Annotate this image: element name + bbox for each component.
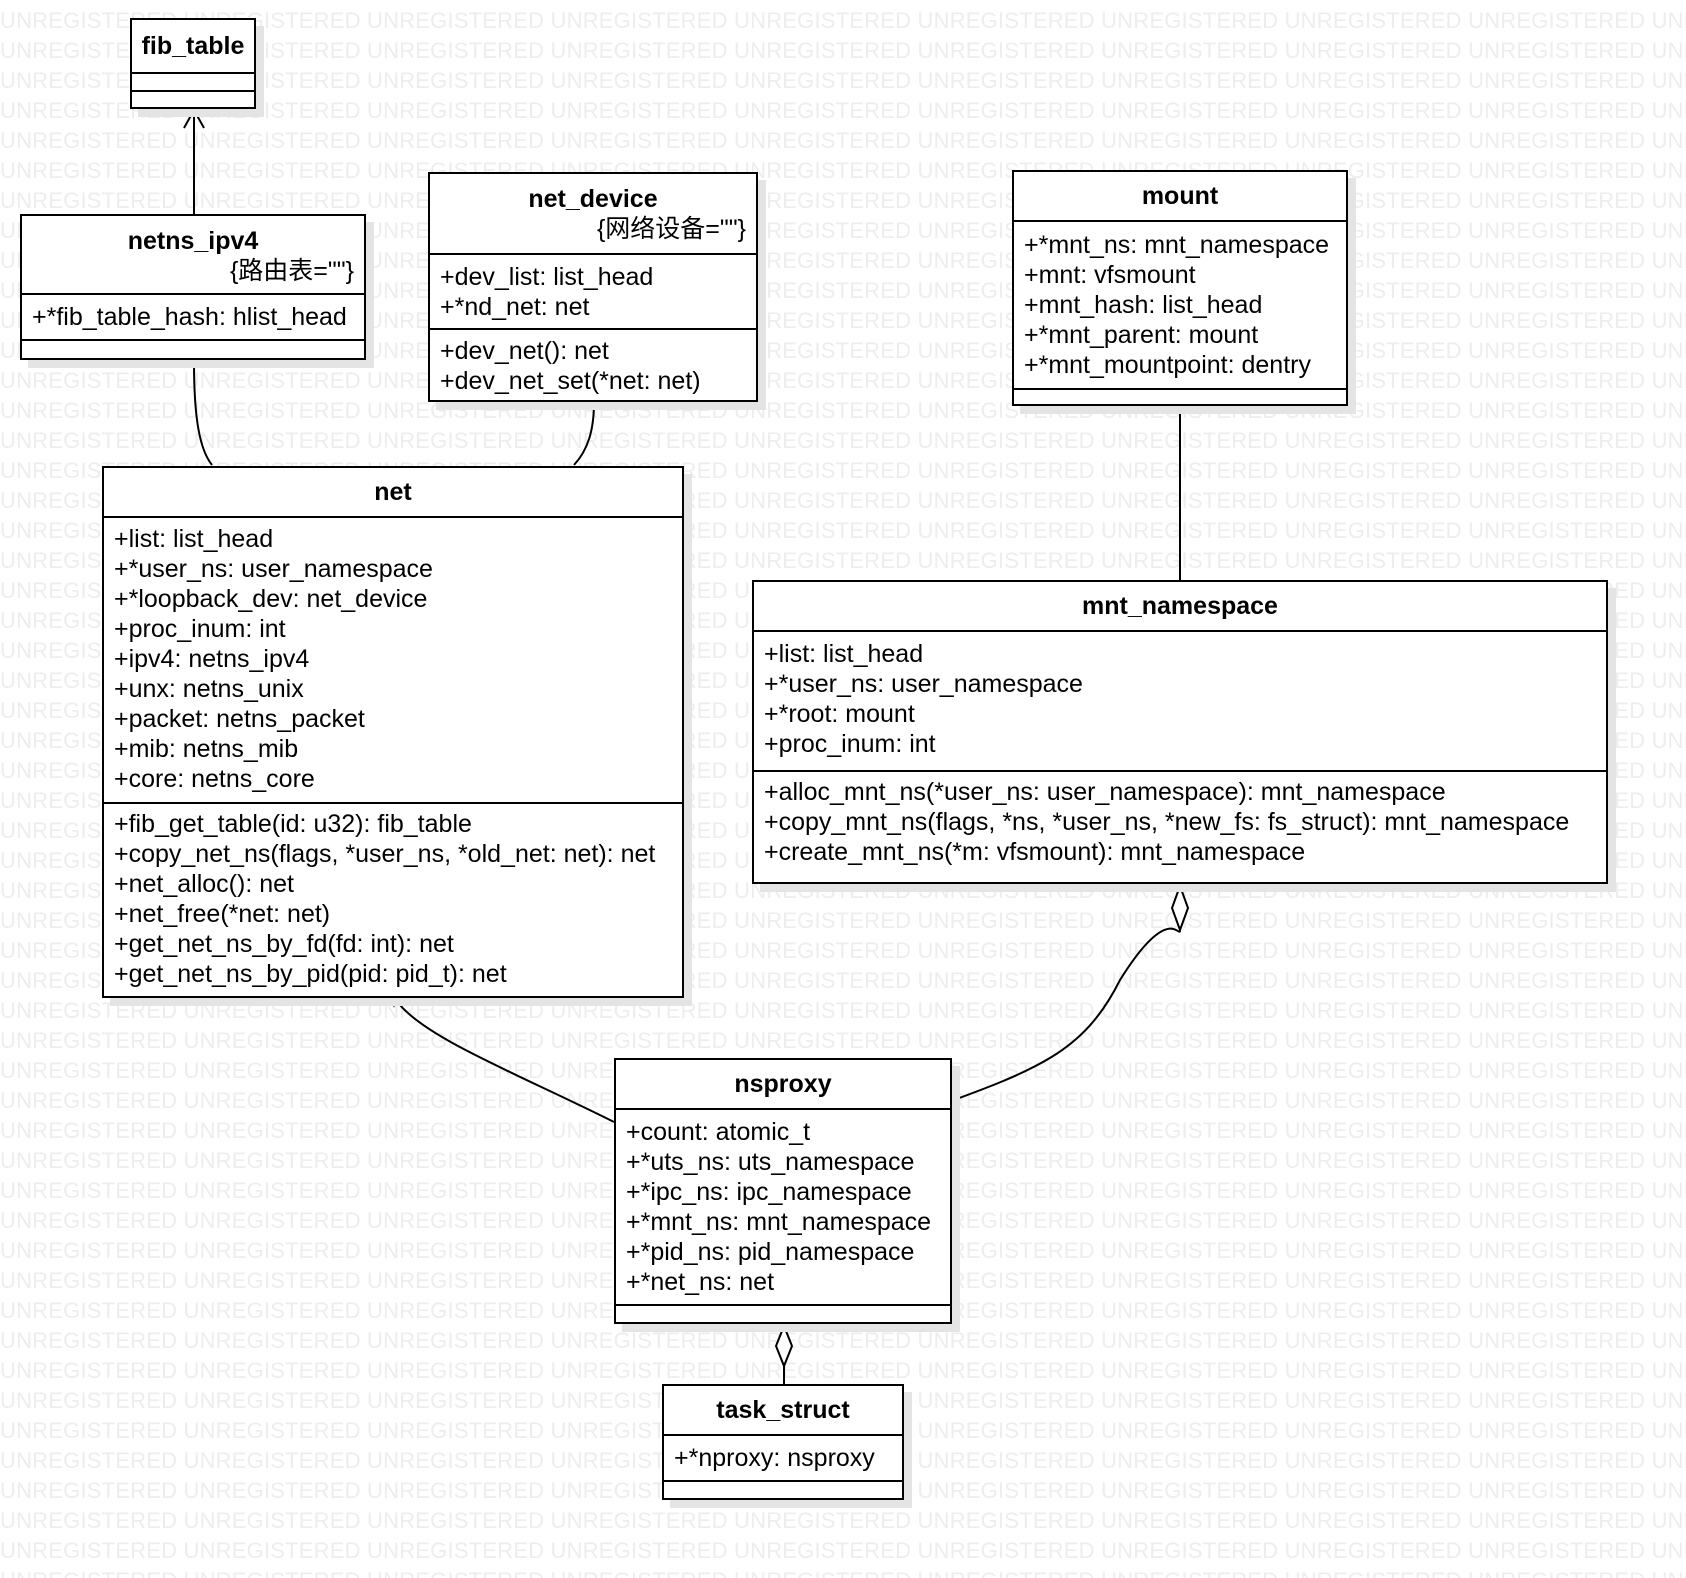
attributes-section: +*fib_table_hash: hlist_head [22, 295, 364, 341]
class-net[interactable]: net +list: list_head +*user_ns: user_nam… [102, 466, 684, 998]
method-row: +alloc_mnt_ns(*user_ns: user_namespace):… [764, 778, 1446, 806]
attributes-section: +*mnt_ns: mnt_namespace +mnt: vfsmount +… [1014, 222, 1346, 390]
methods-section: +fib_get_table(id: u32): fib_table +copy… [104, 804, 682, 995]
attribute-row: +ipv4: netns_ipv4 [114, 645, 310, 673]
class-stereotype: {网络设备=""} [596, 215, 746, 243]
class-stereotype: {路由表=""} [229, 257, 354, 285]
attribute-row: +*mnt_parent: mount [1024, 321, 1259, 349]
class-name: netns_ipv4 [127, 227, 259, 255]
attributes-section: +list: list_head +*user_ns: user_namespa… [754, 632, 1606, 772]
class-name: nsproxy [734, 1070, 832, 1098]
attribute-row: +list: list_head [764, 640, 924, 668]
attribute-row: +mnt: vfsmount [1024, 261, 1196, 289]
attributes-section: +*nproxy: nsproxy [664, 1436, 902, 1482]
attribute-row: +*ipc_ns: ipc_namespace [626, 1178, 912, 1206]
attribute-row: +core: netns_core [114, 765, 315, 793]
method-row: +net_free(*net: net) [114, 900, 331, 928]
attribute-row: +*nproxy: nsproxy [674, 1444, 875, 1472]
method-row: +fib_get_table(id: u32): fib_table [114, 810, 472, 838]
method-row: +copy_net_ns(flags, *user_ns, *old_net: … [114, 840, 656, 868]
method-row: +create_mnt_ns(*m: vfsmount): mnt_namesp… [764, 838, 1306, 866]
aggregation-diamond-nsproxy [774, 1323, 794, 1369]
aggregation-diamond-mnt-namespace [1170, 883, 1190, 933]
attribute-row: +proc_inum: int [764, 730, 936, 758]
class-name: mount [1141, 182, 1219, 210]
attribute-row: +*fib_table_hash: hlist_head [32, 303, 347, 331]
method-row: +get_net_ns_by_fd(fd: int): net [114, 930, 454, 958]
class-name: mnt_namespace [1082, 592, 1278, 620]
attribute-row: +*nd_net: net [440, 293, 590, 321]
attribute-row: +*user_ns: user_namespace [114, 555, 433, 583]
attribute-row: +*mnt_ns: mnt_namespace [626, 1208, 932, 1236]
assoc-net-device-net [573, 401, 595, 466]
attribute-row: +mnt_hash: list_head [1024, 291, 1263, 319]
method-row: +dev_net_set(*net: net) [440, 367, 701, 395]
assoc-netns-ipv4-net [193, 361, 213, 466]
class-mount[interactable]: mount +*mnt_ns: mnt_namespace +mnt: vfsm… [1012, 170, 1348, 406]
attribute-row: +*loopback_dev: net_device [114, 585, 428, 613]
attribute-row: +count: atomic_t [626, 1118, 811, 1146]
attributes-section: +dev_list: list_head +*nd_net: net [430, 255, 756, 330]
method-row: +dev_net(): net [440, 337, 609, 365]
class-fib-table[interactable]: fib_table [130, 18, 256, 109]
class-name: fib_table [141, 32, 245, 60]
attribute-row: +dev_list: list_head [440, 263, 654, 291]
method-row: +net_alloc(): net [114, 870, 294, 898]
class-netns-ipv4[interactable]: netns_ipv4 {路由表=""} +*fib_table_hash: hl… [20, 214, 366, 360]
methods-section [132, 92, 254, 107]
attribute-row: +*mnt_ns: mnt_namespace [1024, 231, 1330, 259]
attribute-row: +mib: netns_mib [114, 735, 299, 763]
aggregation-nsproxy-net [399, 1004, 615, 1123]
attributes-section: +list: list_head +*user_ns: user_namespa… [104, 518, 682, 804]
methods-section: +dev_net(): net +dev_net_set(*net: net) [430, 330, 756, 402]
attributes-section [132, 74, 254, 92]
attribute-row: +proc_inum: int [114, 615, 286, 643]
attribute-row: +unx: netns_unix [114, 675, 304, 703]
method-row: +copy_mnt_ns(flags, *ns, *user_ns, *new_… [764, 808, 1570, 836]
attributes-section: +count: atomic_t +*uts_ns: uts_namespace… [616, 1110, 950, 1306]
attribute-row: +*mnt_mountpoint: dentry [1024, 351, 1311, 379]
attribute-row: +*net_ns: net [626, 1268, 775, 1296]
attribute-row: +packet: netns_packet [114, 705, 365, 733]
class-mnt-namespace[interactable]: mnt_namespace +list: list_head +*user_ns… [752, 580, 1608, 884]
attribute-row: +*uts_ns: uts_namespace [626, 1148, 915, 1176]
class-name: net_device [528, 185, 658, 213]
class-nsproxy[interactable]: nsproxy +count: atomic_t +*uts_ns: uts_n… [614, 1058, 952, 1324]
class-name: task_struct [716, 1396, 850, 1424]
class-name: net [374, 478, 412, 506]
methods-section: +alloc_mnt_ns(*user_ns: user_namespace):… [754, 772, 1606, 873]
method-row: +get_net_ns_by_pid(pid: pid_t): net [114, 960, 507, 988]
class-net-device[interactable]: net_device {网络设备=""} +dev_list: list_hea… [428, 172, 758, 402]
attribute-row: +*root: mount [764, 700, 915, 728]
class-task-struct[interactable]: task_struct +*nproxy: nsproxy [662, 1384, 904, 1500]
attribute-row: +*user_ns: user_namespace [764, 670, 1083, 698]
attribute-row: +list: list_head [114, 525, 274, 553]
attribute-row: +*pid_ns: pid_namespace [626, 1238, 915, 1266]
